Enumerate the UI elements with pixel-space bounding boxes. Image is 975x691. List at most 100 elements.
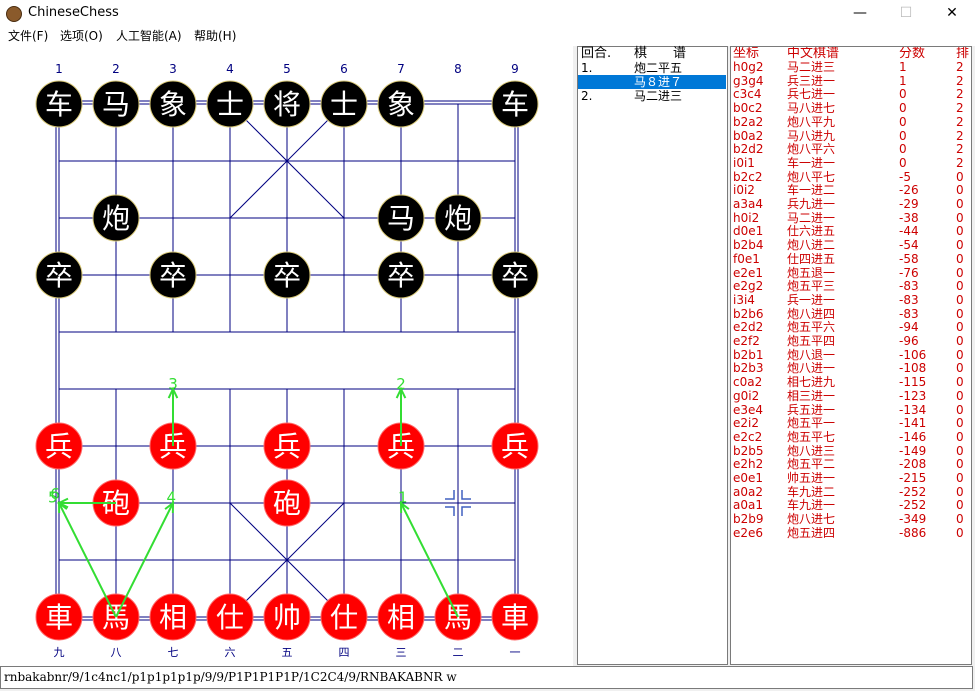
eval-coord: a0a1: [733, 498, 763, 513]
eval-coord: i0i1: [733, 155, 755, 170]
eval-notation: 炮八平九: [787, 114, 836, 129]
black-piece-label: 士: [216, 88, 244, 121]
black-piece-label: 卒: [273, 259, 301, 292]
file-number-top: 9: [511, 62, 519, 76]
eval-score: 1: [899, 73, 907, 88]
eval-notation: 炮五平三: [787, 279, 836, 294]
chess-board[interactable]: 1 2 3 4 5 6 7 8 9九八七六五四三二一车马象士将士象车炮马炮卒卒卒卒卒兵兵兵兵兵砲…: [0, 46, 573, 666]
title-bar: ChineseChess — ☐ ✕: [0, 0, 975, 28]
eval-rank: 0: [956, 238, 964, 253]
move-row-selected[interactable]: 马８进７: [578, 75, 726, 89]
eval-score: 0: [899, 142, 907, 157]
eval-score: -83: [899, 279, 919, 294]
eval-rank: 0: [956, 224, 964, 239]
black-piece-label: 卒: [159, 259, 187, 292]
move-row[interactable]: 1. 炮二平五: [578, 61, 726, 75]
eval-notation: 兵七进一: [787, 87, 836, 102]
eval-score: -252: [899, 498, 927, 513]
move-list-panel[interactable]: 回合. 棋 谱 1. 炮二平五 马８进７ 2. 马二进三: [577, 46, 728, 665]
eval-rank: 0: [956, 498, 964, 513]
black-piece-label: 车: [45, 88, 73, 121]
eval-rank: 0: [956, 457, 964, 472]
evaluation-panel[interactable]: 坐标 中文棋谱 分数 排 h0g2 马二进三 1 2 g3g4 兵三进一 1 2 c3c4 兵七进…: [730, 46, 972, 665]
eval-rank: 0: [956, 471, 964, 485]
menu-help[interactable]: 帮助(H): [194, 28, 236, 45]
red-piece-label: 馬: [444, 601, 472, 634]
eval-rank: 0: [956, 169, 964, 184]
eval-rank: 0: [956, 197, 964, 211]
red-piece-label: 仕: [216, 601, 244, 634]
eval-score: -83: [899, 292, 919, 307]
selection-marker: [445, 506, 455, 516]
eval-score: 0: [899, 87, 907, 102]
eval-score: 1: [899, 60, 907, 74]
eval-rank: 0: [956, 484, 964, 499]
eval-coord: e2d2: [733, 320, 764, 335]
eval-rank: 2: [956, 155, 964, 170]
eval-score: -5: [899, 169, 911, 184]
file-number-top: 6: [340, 62, 348, 76]
eval-notation: 炮八进一: [787, 361, 836, 376]
red-piece-label: 仕: [330, 601, 358, 634]
eval-coord: d0e1: [733, 224, 764, 239]
eval-score: -208: [899, 457, 927, 472]
eval-rank: 0: [956, 251, 964, 266]
eval-notation: 炮八平六: [787, 142, 836, 157]
eval-coord: e2e6: [733, 525, 764, 540]
eval-notation: 马二进三: [787, 60, 836, 74]
menu-ai[interactable]: 人工智能(A): [116, 28, 182, 45]
eval-coord: b2c2: [733, 169, 763, 184]
eval-score: -215: [899, 471, 927, 485]
eval-notation: 炮八退一: [787, 347, 836, 362]
eval-rank: 2: [956, 60, 964, 74]
eval-notation: 马二进一: [787, 210, 836, 225]
eval-score: 0: [899, 128, 907, 143]
eval-rank: 0: [956, 279, 964, 294]
eval-coord: b0c2: [733, 101, 763, 116]
file-number-bottom: 九: [54, 646, 65, 659]
eval-score: -141: [899, 416, 927, 431]
eval-notation: 仕四进五: [787, 251, 836, 266]
eval-rank: 0: [956, 292, 964, 307]
eval-rank: 0: [956, 416, 964, 431]
move-row[interactable]: 2. 马二进三: [578, 89, 726, 103]
eval-coord: f0e1: [733, 251, 760, 266]
maximize-button[interactable]: ☐: [883, 0, 929, 28]
menu-options[interactable]: 选项(O): [60, 28, 103, 45]
eval-coord: g3g4: [733, 73, 764, 88]
eval-score: -83: [899, 306, 919, 321]
eval-coord: b2b4: [733, 238, 764, 253]
red-piece-label: 兵: [273, 430, 301, 463]
close-button[interactable]: ✕: [929, 0, 975, 28]
eval-coord: e2h2: [733, 457, 764, 472]
move-text: 炮二平五: [634, 61, 683, 75]
black-piece-label: 车: [501, 88, 529, 121]
file-number-top: 2: [112, 62, 120, 76]
file-number-top: 4: [226, 62, 234, 76]
board-area[interactable]: 123456789九八七六五四三二一车马象士将士象车炮马炮卒卒卒卒卒兵兵兵兵兵砲…: [0, 46, 573, 666]
eval-coord: b2b5: [733, 443, 764, 458]
eval-coord: b0a2: [733, 128, 764, 143]
eval-header-rank: 排: [956, 46, 970, 61]
eval-coord: e0e1: [733, 471, 764, 485]
red-piece-label: 相: [387, 601, 415, 634]
eval-coord: h0i2: [733, 210, 760, 225]
file-number-bottom: 四: [339, 646, 350, 659]
eval-notation: 兵一进一: [787, 292, 836, 307]
move-text: 马８进７: [634, 75, 683, 89]
file-number-top: 5: [283, 62, 291, 76]
eval-score: -58: [899, 251, 919, 266]
eval-notation: 相七进九: [787, 375, 836, 390]
eval-score: 0: [899, 101, 907, 116]
eval-rank: 2: [956, 142, 964, 157]
menu-file[interactable]: 文件(F): [8, 28, 48, 45]
minimize-button[interactable]: —: [837, 0, 883, 28]
red-piece-label: 兵: [45, 430, 73, 463]
fen-input[interactable]: rnbakabnr/9/1c4nc1/p1p1p1p1p/9/9/P1P1P1P…: [0, 666, 973, 689]
eval-rank: 0: [956, 429, 964, 444]
black-piece-label: 卒: [45, 259, 73, 292]
eval-score: -94: [899, 320, 919, 335]
selection-marker: [445, 490, 455, 500]
file-number-bottom: 一: [510, 646, 521, 659]
menu-bar: 文件(F) 选项(O) 人工智能(A) 帮助(H): [0, 28, 975, 46]
